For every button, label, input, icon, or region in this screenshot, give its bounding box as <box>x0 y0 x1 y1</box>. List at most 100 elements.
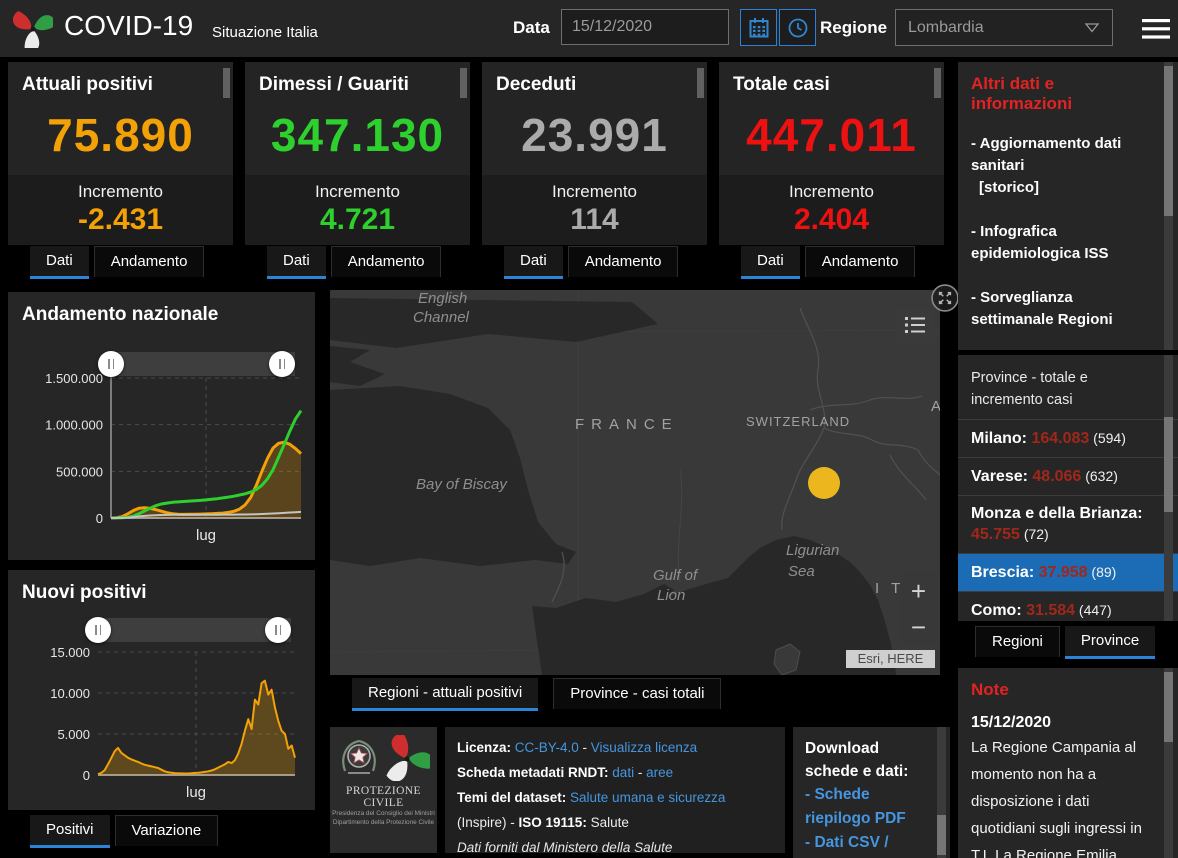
license-text: Salute <box>590 815 629 830</box>
download-link[interactable]: - Schede riepilogo PDF <box>805 783 933 831</box>
card-tabs: Dati Andamento <box>504 246 707 279</box>
license-line: (Inspire) - ISO 19115: Salute <box>457 810 785 835</box>
tab-variazione[interactable]: Variazione <box>114 815 219 846</box>
download-link[interactable]: - Dati CSV / JSON <box>805 831 933 858</box>
map-label: FRANCE <box>575 416 679 433</box>
tab-dati[interactable]: Dati <box>504 246 563 279</box>
tab-dati[interactable]: Dati <box>741 246 800 279</box>
info-link-line: - Sorveglianza settimanale Regioni <box>971 289 1113 328</box>
zoom-out-button[interactable]: − <box>900 609 937 645</box>
stat-card-group: Attuali positivi 75.890 Incremento -2.431 Da… <box>8 62 233 279</box>
region-select[interactable]: Lombardia <box>895 9 1113 46</box>
card-scrollbar-thumb[interactable] <box>934 68 941 98</box>
region-label: Regione <box>820 18 888 37</box>
time-range-slider[interactable] <box>111 352 295 376</box>
fullscreen-button[interactable] <box>931 284 959 312</box>
legend-button[interactable] <box>896 308 934 342</box>
license-link[interactable]: aree <box>646 765 673 780</box>
tab-andamento[interactable]: Andamento <box>804 246 916 277</box>
clock-icon <box>788 18 807 37</box>
province-name: Varese: <box>971 468 1033 485</box>
scrollbar-thumb[interactable] <box>1164 672 1173 742</box>
tab-regioni-attuali-positivi[interactable]: Regioni - attuali positivi <box>352 678 539 711</box>
stat-card: Dimessi / Guariti 347.130 Incremento 4.721 <box>245 62 470 245</box>
slider-handle-right[interactable] <box>269 351 295 377</box>
map-label: SWITZERLAND <box>746 414 851 429</box>
menu-button[interactable] <box>1141 17 1171 41</box>
tab-dati[interactable]: Dati <box>267 246 326 279</box>
license-text: Dati forniti dal Ministero della Salute <box>457 840 673 853</box>
province-row[interactable]: Brescia: 37.958 (89) <box>958 553 1178 591</box>
map-zoom-control: + − <box>900 573 937 645</box>
scrollbar-thumb[interactable] <box>1164 66 1173 216</box>
download-links: - Schede riepilogo PDF- Dati CSV / JSON-… <box>805 783 950 858</box>
map-marker-lombardia <box>808 467 840 499</box>
svg-text:500.000: 500.000 <box>56 464 103 479</box>
protezione-civile-logo-icon <box>13 11 53 48</box>
svg-text:15.000: 15.000 <box>50 645 90 660</box>
time-range-slider[interactable] <box>98 618 291 642</box>
header-bar: COVID-19 Situazione Italia Data Regione <box>0 0 1178 57</box>
license-text: - <box>578 740 591 755</box>
province-rows: Milano: 164.083 (594) Varese: 48.066 (632… <box>958 419 1178 621</box>
tab-andamento[interactable]: Andamento <box>567 246 679 277</box>
info-link[interactable]: - Infografica epidemiologica ISS <box>971 221 1152 265</box>
province-delta: (447) <box>1075 602 1112 618</box>
covid-dashboard: COVID-19 Situazione Italia Data Regione <box>0 0 1178 858</box>
scrollbar-thumb[interactable] <box>1164 417 1173 512</box>
info-link[interactable]: - Aggiornamento dati sanitari [storico] <box>971 133 1152 199</box>
card-tabs: Dati Andamento <box>30 246 233 279</box>
license-text: ISO 19115: <box>518 815 591 830</box>
note-panel: Note 15/12/2020 La Regione Campania al m… <box>958 668 1178 858</box>
map[interactable]: + − Esri, HERE English Channel FRANCE SWITZ… <box>330 290 940 675</box>
card-scrollbar-thumb[interactable] <box>223 68 230 98</box>
stat-card: Deceduti 23.991 Incremento 114 <box>482 62 707 245</box>
license-lines: Licenza: CC-BY-4.0 - Visualizza licenza S… <box>457 735 785 853</box>
license-link[interactable]: Visualizza licenza <box>591 740 697 755</box>
increment-label: Incremento <box>314 182 401 201</box>
date-input[interactable] <box>561 9 729 45</box>
card-scrollbar-thumb[interactable] <box>460 68 467 98</box>
map-label: Channel <box>413 309 469 326</box>
slider-handle-right[interactable] <box>265 617 291 643</box>
stat-card-group: Deceduti 23.991 Incremento 114 Dati Andamento <box>482 62 707 279</box>
card-tabs: Dati Andamento <box>267 246 470 279</box>
province-row[interactable]: Como: 31.584 (447) <box>958 591 1178 621</box>
info-links: - Aggiornamento dati sanitari [storico] - … <box>971 133 1152 350</box>
tab-dati[interactable]: Dati <box>30 246 89 279</box>
calendar-icon <box>749 17 768 37</box>
card-increment-section: Incremento 4.721 <box>245 175 470 245</box>
tab-positivi[interactable]: Positivi <box>30 815 110 848</box>
footer-logo-title: PROTEZIONE CIVILE <box>346 785 421 809</box>
scrollbar-thumb[interactable] <box>937 815 946 855</box>
license-link[interactable]: Salute umana e sicurezza <box>570 790 725 805</box>
license-text: Scheda metadati RNDT: <box>457 765 613 780</box>
slider-handle-left[interactable] <box>85 617 111 643</box>
tab-regioni[interactable]: Regioni <box>975 626 1060 657</box>
hamburger-icon <box>1142 19 1170 39</box>
province-name: Monza e della Brianza: <box>971 505 1143 522</box>
license-link[interactable]: CC-BY-4.0 <box>515 740 579 755</box>
info-link[interactable]: - Sorveglianza settimanale Regioni <box>971 287 1152 331</box>
footer-logo-subtitle: Presidenza del Consiglio dei Ministri <box>332 810 435 817</box>
time-button[interactable] <box>779 9 816 46</box>
card-increment-section: Incremento -2.431 <box>8 175 233 245</box>
tab-province-casi-totali[interactable]: Province - casi totali <box>553 678 722 709</box>
footer-logo: PROTEZIONE CIVILE Presidenza del Consigl… <box>330 727 437 853</box>
province-row[interactable]: Varese: 48.066 (632) <box>958 457 1178 495</box>
zoom-in-button[interactable]: + <box>900 573 937 609</box>
increment-label: Incremento <box>551 182 638 201</box>
slider-handle-left[interactable] <box>98 351 124 377</box>
panel-andamento-nazionale: Andamento nazionale 0 500.000 1.000.000 1.5… <box>8 292 315 560</box>
card-scrollbar-thumb[interactable] <box>697 68 704 98</box>
map-layer-tabs: Regioni - attuali positivi Province - cas… <box>352 678 736 711</box>
calendar-button[interactable] <box>740 9 777 46</box>
tab-andamento[interactable]: Andamento <box>330 246 442 277</box>
province-row[interactable]: Monza e della Brianza: 45.755 (72) <box>958 495 1178 553</box>
tab-andamento[interactable]: Andamento <box>93 246 205 277</box>
license-link[interactable]: dati <box>612 765 634 780</box>
map-label: Ligurian <box>786 542 840 559</box>
tab-province[interactable]: Province <box>1064 626 1156 659</box>
province-row[interactable]: Milano: 164.083 (594) <box>958 419 1178 457</box>
province-name: Milano: <box>971 430 1032 447</box>
